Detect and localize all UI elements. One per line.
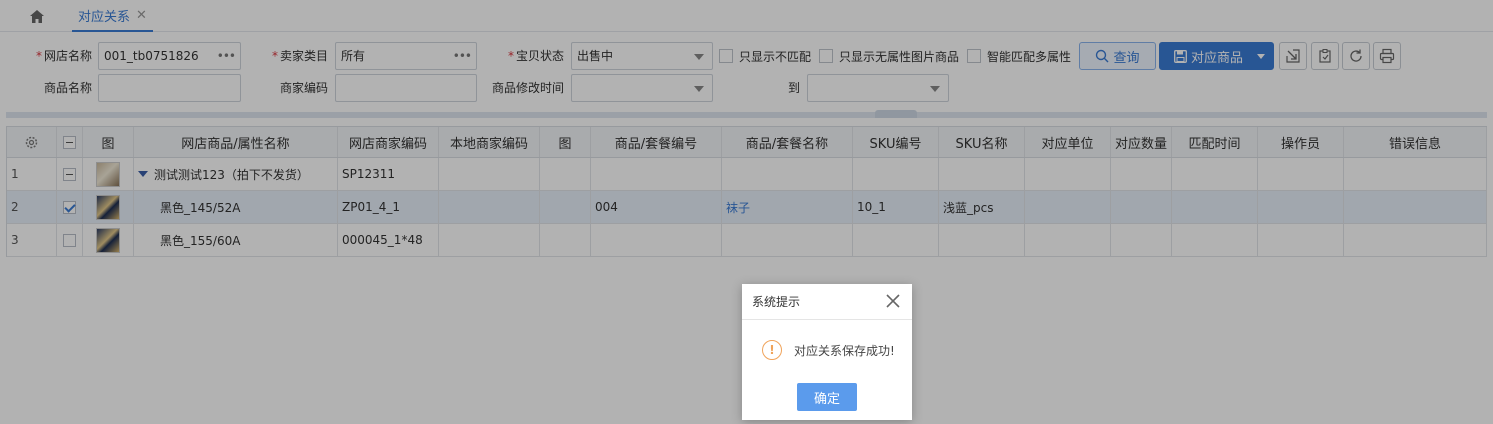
dialog-message: 对应关系保存成功!: [794, 343, 895, 358]
dialog-title: 系统提示: [752, 295, 801, 309]
dialog-header: 系统提示: [742, 284, 912, 320]
ok-button[interactable]: 确定: [797, 383, 857, 411]
warning-icon: !: [762, 340, 782, 360]
close-icon[interactable]: [884, 292, 902, 310]
system-prompt-dialog: 系统提示 ! 对应关系保存成功! 确定: [742, 284, 912, 420]
dialog-body: ! 对应关系保存成功!: [742, 320, 912, 380]
